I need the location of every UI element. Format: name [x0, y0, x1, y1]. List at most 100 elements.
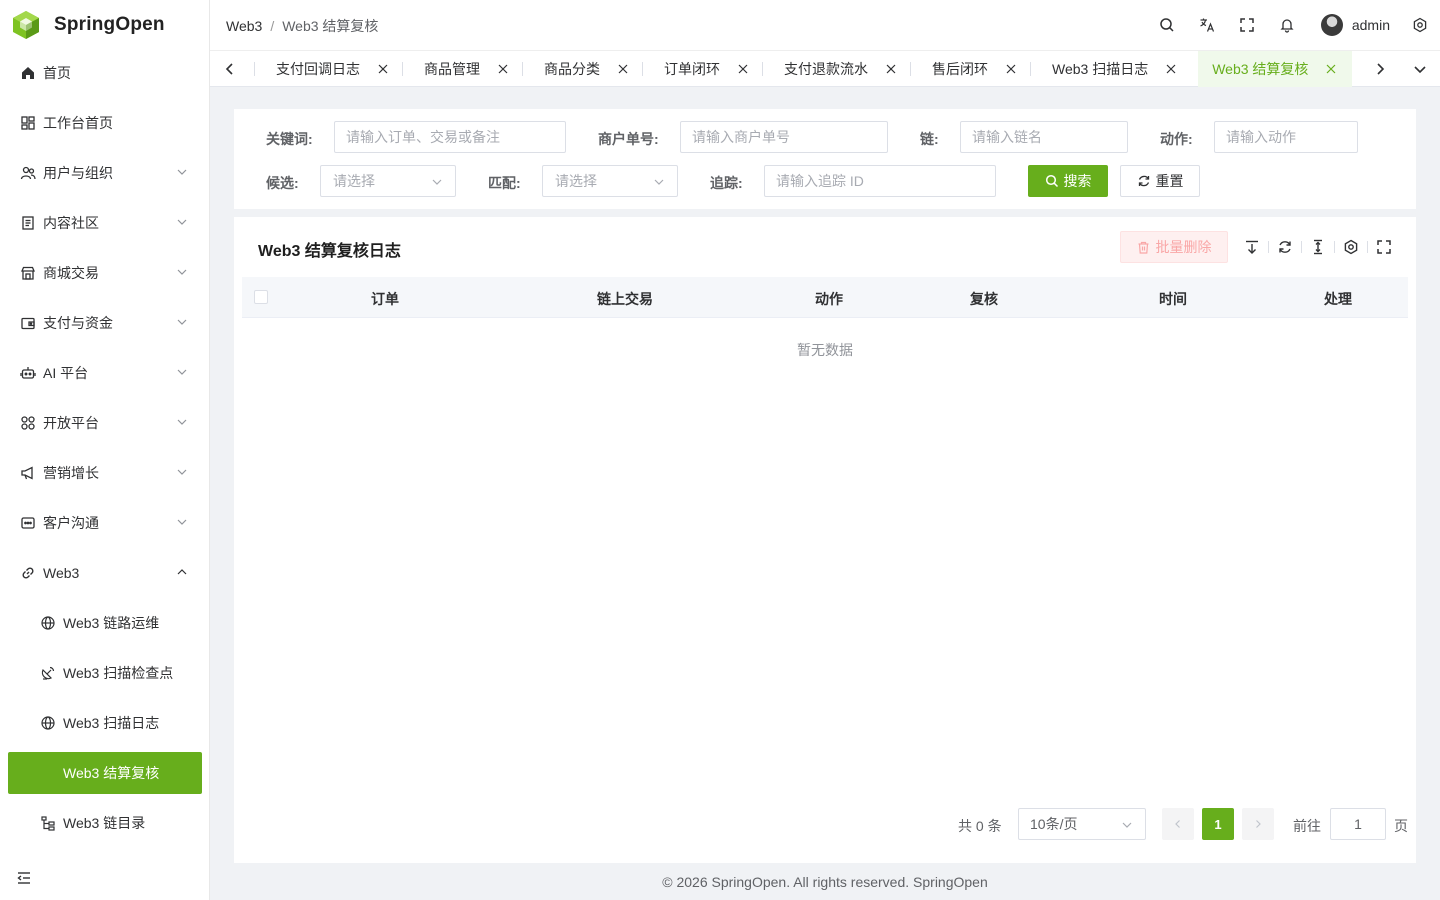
bell-icon[interactable] [1279, 17, 1295, 33]
match-select[interactable]: 请选择 [542, 165, 678, 197]
column-header-time[interactable]: 时间 [1159, 289, 1187, 309]
sidebar-menu: 首页 工作台首页 用户与组织 内容社区 商城交易 支付与资金 AI 平台 开放平… [0, 48, 210, 848]
sidebar-item-home[interactable]: 首页 [0, 48, 210, 98]
tab-order-loop[interactable]: 订单闭环 [642, 51, 762, 87]
close-icon[interactable] [1006, 64, 1016, 74]
candidate-select[interactable]: 请选择 [320, 165, 456, 197]
sidebar-item-users-org[interactable]: 用户与组织 [0, 148, 210, 198]
page-size-value: 10条/页 [1030, 816, 1078, 832]
table-title: Web3 结算复核日志 [258, 243, 401, 260]
sidebar-item-web3-ops[interactable]: Web3 链路运维 [0, 598, 210, 648]
document-icon [20, 215, 36, 231]
chain-label: 链: [920, 131, 939, 147]
sidebar-item-open-platform[interactable]: 开放平台 [0, 398, 210, 448]
sidebar-item-content[interactable]: 内容社区 [0, 198, 210, 248]
refresh-icon [1138, 175, 1149, 187]
robot-icon [20, 365, 36, 381]
app-name: SpringOpen [54, 14, 165, 35]
sidebar-item-workbench[interactable]: 工作台首页 [0, 98, 210, 148]
column-header-review[interactable]: 复核 [970, 289, 998, 309]
tabs-scroll-left[interactable] [210, 51, 250, 87]
search-button[interactable]: 搜索 [1028, 165, 1108, 197]
chevron-down-icon [177, 369, 187, 375]
next-page-button[interactable] [1242, 808, 1274, 840]
sidebar: SpringOpen 首页 工作台首页 用户与组织 内容社区 商城交易 支付与资… [0, 0, 210, 900]
tab-label: 支付退款流水 [784, 61, 868, 77]
export-icon[interactable] [1244, 239, 1260, 255]
close-icon[interactable] [618, 64, 628, 74]
tab-after-sales[interactable]: 售后闭环 [910, 51, 1030, 87]
goto-page-input[interactable] [1330, 808, 1386, 840]
page-size-select[interactable]: 10条/页 [1018, 808, 1146, 840]
column-header-handle[interactable]: 处理 [1324, 289, 1352, 309]
search-icon[interactable] [1159, 17, 1175, 33]
sidebar-item-payment[interactable]: 支付与资金 [0, 298, 210, 348]
dashboard-icon [20, 115, 36, 131]
table-toolbar [1244, 239, 1392, 255]
chevron-up-icon [177, 569, 187, 575]
column-settings-icon[interactable] [1343, 239, 1359, 255]
sidebar-item-web3-scan-log[interactable]: Web3 扫描日志 [0, 698, 210, 748]
user-menu[interactable]: admin [1320, 14, 1390, 36]
page-number-current[interactable]: 1 [1202, 808, 1234, 840]
close-icon[interactable] [1166, 64, 1176, 74]
sidebar-item-marketing[interactable]: 营销增长 [0, 448, 210, 498]
tab-web3-scan-log[interactable]: Web3 扫描日志 [1030, 51, 1190, 87]
users-icon [20, 165, 36, 181]
tab-refund-flow[interactable]: 支付退款流水 [762, 51, 910, 87]
translate-icon[interactable] [1199, 17, 1215, 33]
close-icon[interactable] [378, 64, 388, 74]
sidebar-item-web3[interactable]: Web3 [0, 548, 210, 598]
tabs-dropdown[interactable] [1400, 51, 1440, 87]
chevron-left-icon [225, 63, 233, 75]
fullscreen-icon[interactable] [1376, 239, 1392, 255]
sidebar-item-customer[interactable]: 客户沟通 [0, 498, 210, 548]
sidebar-item-web3-chain-catalog[interactable]: Web3 链目录 [0, 798, 210, 848]
sidebar-item-web3-settlement-review[interactable]: Web3 结算复核 [8, 752, 202, 794]
collapse-sidebar-icon[interactable] [16, 870, 32, 886]
close-icon[interactable] [1326, 64, 1336, 74]
close-icon[interactable] [886, 64, 896, 74]
column-header-chain-tx[interactable]: 链上交易 [597, 289, 653, 309]
column-header-action[interactable]: 动作 [815, 289, 843, 309]
sidebar-item-shop[interactable]: 商城交易 [0, 248, 210, 298]
avatar [1320, 14, 1343, 36]
tabs-scroll-right[interactable] [1360, 51, 1400, 87]
batch-delete-button[interactable]: 批量删除 [1120, 231, 1228, 263]
reset-button[interactable]: 重置 [1120, 165, 1200, 197]
footer-copyright: © 2026 SpringOpen. All rights reserved. … [662, 874, 988, 890]
prev-page-button[interactable] [1162, 808, 1194, 840]
close-icon[interactable] [498, 64, 508, 74]
keyword-label: 关键词: [266, 131, 313, 147]
refresh-icon[interactable] [1277, 239, 1293, 255]
chevron-down-icon [177, 219, 187, 225]
sidebar-item-label: 用户与组织 [43, 165, 113, 181]
merchant-order-input[interactable] [680, 121, 888, 153]
logo[interactable]: SpringOpen [0, 0, 209, 50]
toolbar-divider [1367, 241, 1368, 253]
tab-product-management[interactable]: 商品管理 [402, 51, 522, 87]
gear-icon[interactable] [1412, 17, 1428, 33]
search-button-label: 搜索 [1063, 173, 1092, 189]
action-input[interactable] [1214, 121, 1358, 153]
close-icon[interactable] [738, 64, 748, 74]
top-header: Web3 / Web3 结算复核 admin [210, 0, 1440, 50]
column-header-order[interactable]: 订单 [371, 289, 399, 309]
trace-id-input[interactable] [764, 165, 996, 197]
breadcrumb-item[interactable]: Web3 [226, 18, 262, 34]
tab-payment-callback-log[interactable]: 支付回调日志 [254, 51, 402, 87]
tab-product-category[interactable]: 商品分类 [522, 51, 642, 87]
row-density-icon[interactable] [1310, 239, 1326, 255]
tab-web3-settlement-review[interactable]: Web3 结算复核 [1198, 51, 1353, 87]
sidebar-item-web3-checkpoint[interactable]: Web3 扫描检查点 [0, 648, 210, 698]
sidebar-item-ai[interactable]: AI 平台 [0, 348, 210, 398]
grid-icon [20, 415, 36, 431]
select-all-checkbox[interactable] [254, 290, 268, 304]
chevron-right-icon [1377, 63, 1385, 75]
sidebar-item-label: 支付与资金 [43, 315, 113, 331]
chain-input[interactable] [960, 121, 1128, 153]
toolbar-divider [1268, 241, 1269, 253]
fullscreen-icon[interactable] [1239, 17, 1255, 33]
keyword-input[interactable] [334, 121, 566, 153]
action-label: 动作: [1160, 131, 1193, 147]
